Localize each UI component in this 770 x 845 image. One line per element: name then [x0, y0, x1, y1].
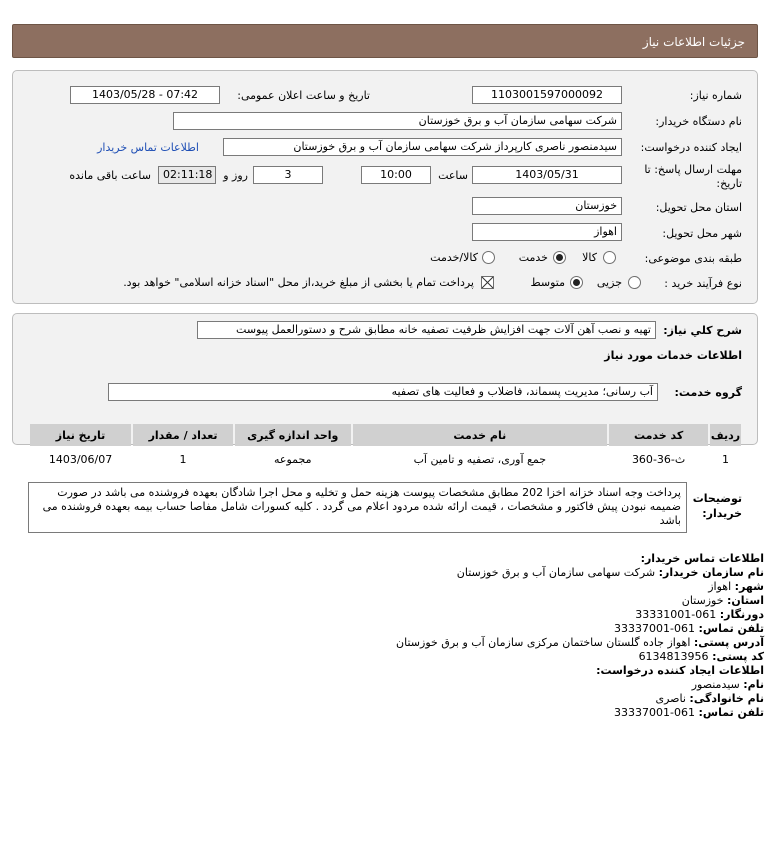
contact-address: اهواز جاده گلستان ساختمان مرکزی سازمان آ…	[396, 636, 691, 649]
contact-fax: 061-33331001	[635, 608, 717, 621]
creator-phone: 061-33337001	[614, 706, 696, 719]
contact-address-label: آدرس پستی:	[693, 636, 764, 649]
contact-city-label: شهر:	[734, 580, 764, 593]
announce-field: 1403/05/28 - 07:42	[70, 86, 220, 104]
category-option-goods: کالا	[582, 251, 597, 264]
process-radio-medium[interactable]	[570, 276, 583, 289]
checkbox-cross-icon	[481, 276, 494, 289]
category-option-goods-service: کالا/خدمت	[430, 251, 478, 264]
contact-city-line: شهر: اهواز	[708, 580, 764, 593]
buyer-contact-link[interactable]: اطلاعات تماس خریدار	[97, 141, 199, 154]
deadline-label-line2: تاریخ:	[716, 177, 742, 190]
creator-first-name: سیدمنصور	[691, 678, 740, 691]
category-radio-service[interactable]	[553, 251, 566, 264]
col-unit: واحد اندازه گیری	[235, 424, 351, 446]
contact-org-label: نام سازمان خریدار:	[658, 566, 764, 579]
contact-phone: 061-33337001	[614, 622, 696, 635]
process-option-medium: متوسط	[530, 276, 565, 289]
contact-org: شرکت سهامی سازمان آب و برق خوزستان	[456, 566, 656, 579]
process-label: نوع فرآیند خرید :	[664, 277, 742, 290]
cell-code: ث-36-360	[609, 448, 709, 470]
creator-first-name-label: نام:	[743, 678, 764, 691]
creator-last-name: ناصری	[655, 692, 686, 705]
category-radio-goods-service[interactable]	[482, 251, 495, 264]
creator-last-name-label: نام خانوادگی:	[689, 692, 764, 705]
creator-phone-label: تلفن تماس:	[698, 706, 764, 719]
need-number-label: شماره نیاز:	[689, 89, 742, 102]
deadline-time-label: ساعت	[438, 169, 468, 182]
service-group-label: گروه خدمت:	[674, 386, 742, 399]
col-date: تاریخ نیاز	[30, 424, 132, 446]
remaining-time-field: 02:11:18	[158, 166, 216, 184]
contact-phone-line: تلفن تماس: 061-33337001	[614, 622, 764, 635]
col-row: ردیف	[710, 424, 741, 446]
contact-org-line: نام سازمان خریدار: شرکت سهامی سازمان آب …	[457, 566, 764, 579]
contact-fax-label: دورنگار:	[719, 608, 764, 621]
buyer-notes-label-line2: خریدار:	[702, 507, 742, 520]
creator-last-name-line: نام خانوادگی: ناصری	[655, 692, 764, 705]
province-label: استان محل تحویل:	[655, 201, 742, 214]
contact-province-label: استان:	[727, 594, 764, 607]
category-option-service: خدمت	[518, 251, 548, 264]
contact-postal-line: کد پستی: 6134813956	[639, 650, 764, 663]
contact-postal-label: کد پستی:	[712, 650, 764, 663]
contact-postal: 6134813956	[638, 650, 709, 663]
treasury-note: پرداخت تمام یا بخشی از مبلغ خرید،از محل …	[123, 276, 474, 289]
city-field: اهواز	[472, 223, 622, 241]
category-label: طبقه بندی موضوعی:	[644, 252, 742, 265]
creator-phone-line: تلفن تماس: 061-33337001	[614, 706, 764, 719]
contact-title: اطلاعات تماس خریدار:	[640, 552, 764, 565]
col-code: کد خدمت	[609, 424, 709, 446]
cell-date: 1403/06/07	[30, 448, 132, 470]
days-field: 3	[253, 166, 323, 184]
remaining-label: ساعت باقی مانده	[69, 169, 151, 182]
announce-label: تاریخ و ساعت اعلان عمومی:	[237, 89, 370, 102]
col-qty: تعداد / مقدار	[133, 424, 234, 446]
page-header: جزئیات اطلاعات نیاز	[12, 24, 758, 58]
description-field: تهیه و نصب آهن آلات جهت افزایش ظرفیت تصف…	[197, 321, 656, 339]
cell-unit: مجموعه	[235, 448, 351, 470]
buyer-org-field: شرکت سهامی سازمان آب و برق خوزستان	[173, 112, 622, 130]
process-option-minor: جزیی	[596, 276, 622, 289]
contact-city: اهواز	[708, 580, 732, 593]
creator-first-name-line: نام: سیدمنصور	[692, 678, 764, 691]
deadline-time-field: 10:00	[361, 166, 431, 184]
contact-address-line: آدرس پستی: اهواز جاده گلستان ساختمان مرک…	[396, 636, 764, 649]
province-field: خوزستان	[472, 197, 622, 215]
process-radio-minor[interactable]	[628, 276, 641, 289]
need-number-field: 1103001597000092	[472, 86, 622, 104]
cell-qty: 1	[133, 448, 234, 470]
buyer-notes-field: پرداخت وجه اسناد خزانه اخزا 202 مطابق مش…	[28, 482, 687, 533]
cell-name: جمع آوری، تصفیه و تامین آب	[352, 448, 608, 470]
contact-fax-line: دورنگار: 061-33331001	[635, 608, 764, 621]
city-label: شهر محل تحویل:	[662, 227, 742, 240]
services-section-title: اطلاعات خدمات مورد نیاز	[604, 349, 742, 362]
buyer-notes-label-line1: توضیحات	[692, 492, 742, 505]
days-label: روز و	[223, 169, 248, 182]
services-table: ردیف کد خدمت نام خدمت واحد اندازه گیری ت…	[28, 422, 743, 472]
deadline-date-field: 1403/05/31	[472, 166, 622, 184]
buyer-org-label: نام دستگاه خریدار:	[655, 115, 742, 128]
cell-row: 1	[710, 448, 741, 470]
deadline-label-line1: مهلت ارسال پاسخ: تا	[644, 163, 742, 176]
col-name: نام خدمت	[352, 424, 608, 446]
contact-phone-label: تلفن تماس:	[698, 622, 764, 635]
contact-province-line: استان: خوزستان	[682, 594, 764, 607]
requester-field: سیدمنصور ناصری کارپرداز شرکت سهامی سازما…	[223, 138, 622, 156]
page-title: جزئیات اطلاعات نیاز	[642, 35, 745, 49]
requester-label: ایجاد کننده درخواست:	[640, 141, 742, 154]
treasury-checkbox[interactable]	[481, 276, 494, 289]
table-row: 1 ث-36-360 جمع آوری، تصفیه و تامین آب مج…	[30, 448, 741, 470]
services-table-header: ردیف کد خدمت نام خدمت واحد اندازه گیری ت…	[30, 424, 741, 446]
service-group-field: آب رسانی؛ مدیریت پسماند، فاضلاب و فعالیت…	[108, 383, 658, 401]
category-radio-goods[interactable]	[603, 251, 616, 264]
contact-province: خوزستان	[681, 594, 724, 607]
description-label: شرح کلي نياز:	[663, 324, 742, 337]
creator-title: اطلاعات ایجاد کننده درخواست:	[596, 664, 764, 677]
need-info-panel	[12, 70, 758, 304]
